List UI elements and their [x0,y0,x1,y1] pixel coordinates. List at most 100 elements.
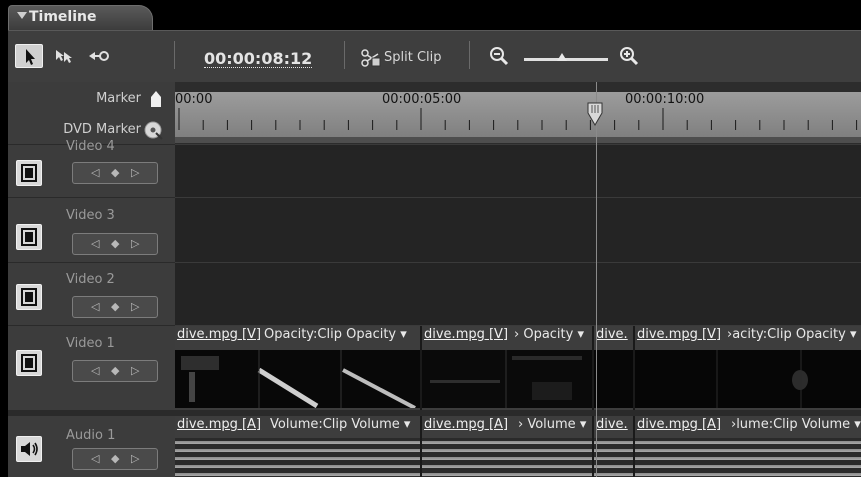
time-ruler[interactable]: 00:00 00:00:05:00 00:00:10:00 [175,82,861,144]
next-keyframe-icon[interactable]: ▷ [131,364,139,377]
add-keyframe-icon[interactable]: ◆ [111,300,119,313]
selection-tool-button[interactable] [15,44,43,68]
track-header-video-1[interactable]: Video 1 ◁ ◆ ▷ [8,325,175,410]
audio-clip[interactable]: dive.mpg [A] › Volume ▾ [422,416,594,477]
clip-thumbnails [594,350,633,408]
prev-keyframe-icon[interactable]: ◁ [91,300,99,313]
keyframe-navigator[interactable]: ◁ ◆ ▷ [72,360,158,382]
track-name: Video 1 [66,336,115,351]
clip-name: dive.mpg [A] [177,417,262,432]
film-icon[interactable] [16,350,42,376]
video-clip[interactable]: dive.mpg [V] ›acity:Clip Opacity ▾ [635,326,861,411]
lane-video-2[interactable] [175,262,861,325]
track-name: Audio 1 [66,428,116,443]
toolbar-divider [469,41,470,69]
clip-effect-menu[interactable]: › Opacity ▾ [514,327,584,342]
ruler-header: Marker DVD Marker [8,82,175,144]
ruler-ticks [178,108,858,130]
work-area-bar[interactable] [175,137,861,143]
add-keyframe-icon[interactable]: ◆ [111,364,119,377]
tab-label: Timeline [29,9,97,25]
current-time-display[interactable]: 00:00:08:12 [204,51,313,68]
film-icon[interactable] [16,224,42,250]
marker-label: Marker [96,91,141,106]
clip-effect-menu[interactable]: ›lume:Clip Volume ▾ [731,417,861,432]
film-icon[interactable] [16,160,42,186]
prev-keyframe-icon[interactable]: ◁ [91,237,99,250]
add-keyframe-icon[interactable]: ◆ [111,237,119,250]
keyframe-navigator[interactable]: ◁ ◆ ▷ [72,233,158,255]
clip-effect-menu[interactable]: › Volume ▾ [518,417,586,432]
track-select-icon [56,50,72,63]
zoom-out-icon [490,47,509,66]
lane-video-4[interactable] [175,144,861,197]
audio-waveform [594,438,633,477]
add-keyframe-icon[interactable]: ◆ [111,452,119,465]
toolbar-divider [344,41,345,69]
keyframe-navigator[interactable]: ◁ ◆ ▷ [72,296,158,318]
video-clip[interactable]: dive. [594,326,635,411]
audio-clip[interactable]: dive.mpg [A] ›lume:Clip Volume ▾ [635,416,861,477]
audio-waveform [422,438,592,477]
clip-name: dive. [596,327,628,342]
arrow-cursor-icon [26,49,35,65]
track-name: Video 2 [66,272,115,287]
film-icon[interactable] [16,284,42,310]
prev-keyframe-icon[interactable]: ◁ [91,364,99,377]
clip-effect-menu[interactable]: Volume:Clip Volume ▾ [270,417,410,432]
keyframe-navigator[interactable]: ◁ ◆ ▷ [72,162,158,184]
ripple-edit-icon [89,51,109,61]
prev-keyframe-icon[interactable]: ◁ [91,166,99,179]
next-keyframe-icon[interactable]: ▷ [131,452,139,465]
audio-waveform [175,438,420,477]
lane-audio-1[interactable]: dive.mpg [A] Volume:Clip Volume ▾ dive.m… [175,410,861,477]
zoom-in-button[interactable] [618,45,642,69]
clip-name: dive.mpg [V] [177,327,262,342]
track-select-tool-button[interactable] [52,44,80,68]
panel-tab-strip: Timeline [0,0,861,30]
split-clip-label: Split Clip [384,50,442,65]
video-clip[interactable]: dive.mpg [V] › Opacity ▾ [422,326,594,411]
video-clip[interactable]: dive.mpg [V] Opacity:Clip Opacity ▾ [175,326,422,411]
audio-waveform [635,438,861,477]
clip-name: dive.mpg [V] [424,327,509,342]
next-keyframe-icon[interactable]: ▷ [131,237,139,250]
zoom-slider[interactable] [524,53,608,61]
zoom-slider-thumb[interactable] [556,53,567,61]
lane-video-1[interactable]: dive.mpg [V] Opacity:Clip Opacity ▾ dive… [175,325,861,411]
toolbar-divider [174,41,175,69]
playhead-icon[interactable] [585,101,605,127]
tab-menu-triangle-icon[interactable] [17,12,27,19]
prev-keyframe-icon[interactable]: ◁ [91,452,99,465]
clip-name: dive.mpg [A] [637,417,722,432]
audio-clip[interactable]: dive. [594,416,635,477]
keyframe-navigator[interactable]: ◁ ◆ ▷ [72,448,158,470]
speaker-icon[interactable] [16,436,42,462]
clip-thumbnails [635,350,861,408]
scissors-icon [361,49,381,67]
clip-effect-menu[interactable]: ›acity:Clip Opacity ▾ [727,327,857,342]
track-name: Video 4 [66,139,115,154]
lane-video-3[interactable] [175,197,861,262]
track-header-video-2[interactable]: Video 2 ◁ ◆ ▷ [8,262,175,325]
track-header-audio-1[interactable]: Audio 1 ◁ ◆ ▷ [8,410,175,477]
next-keyframe-icon[interactable]: ▷ [131,166,139,179]
playhead-line[interactable] [596,82,597,477]
split-clip-button[interactable]: Split Clip [358,48,463,68]
track-header-video-4[interactable]: Video 4 ◁ ◆ ▷ [8,139,175,197]
zoom-out-button[interactable] [488,45,512,69]
next-keyframe-icon[interactable]: ▷ [131,300,139,313]
clip-name: dive. [596,417,628,432]
track-header-video-3[interactable]: Video 3 ◁ ◆ ▷ [8,197,175,262]
clip-effect-menu[interactable]: Opacity:Clip Opacity ▾ [264,327,407,342]
timeline-toolbar: 00:00:08:12 Split Clip [8,30,861,82]
clip-thumbnails [175,350,420,410]
timeline-tab[interactable]: Timeline [8,5,153,30]
add-keyframe-icon[interactable]: ◆ [111,166,119,179]
dvd-marker-icon[interactable] [143,120,163,140]
clip-name: dive.mpg [A] [424,417,509,432]
audio-clip[interactable]: dive.mpg [A] Volume:Clip Volume ▾ [175,416,422,477]
zoom-in-icon [620,47,639,66]
marker-icon[interactable] [151,91,161,107]
ripple-edit-tool-button[interactable] [84,44,112,68]
